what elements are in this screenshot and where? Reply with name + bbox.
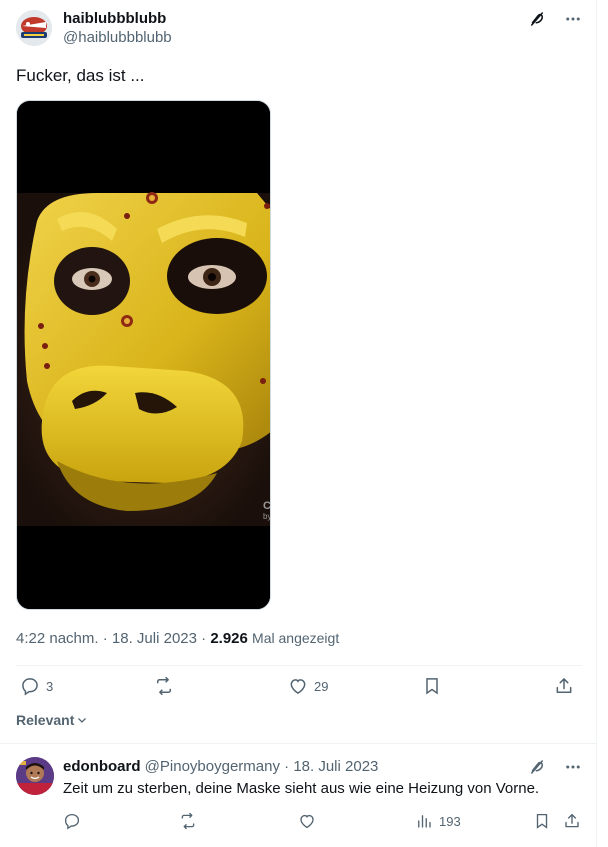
reply-count: 3 [46,678,54,694]
repost-icon [157,676,171,696]
chevron-down-icon [78,718,87,723]
author-names: haiblubbblubb @haiblubbblubb [63,10,172,48]
sort-label: Relevant [16,712,75,728]
reply-author-handle[interactable]: @Pinoyboygermany [145,758,280,775]
reply-actions: 193 [63,812,582,836]
views-label: Mal angezeigt [252,630,340,646]
duck-mask-image: C by [17,101,271,609]
reply-separator: · [284,758,290,775]
reply-reply-button[interactable] [63,812,81,830]
like-icon [300,814,314,829]
like-icon [290,679,306,694]
bookmark-icon [426,678,438,695]
divider-top [16,665,582,666]
divider-replies [0,743,597,744]
bookmark-icon [536,813,548,829]
reply-author-name[interactable]: edonboard [63,758,141,775]
reply-text: Zeit um zu sterben, deine Maske sieht au… [63,780,540,797]
reply-views-button[interactable]: 193 [415,812,461,830]
views-icon [418,815,431,828]
share-icon [565,813,579,828]
repost-icon [181,812,195,830]
grok-icon[interactable] [528,758,546,776]
reply-date[interactable]: 18. Juli 2023 [293,758,378,775]
meta-separator-2: · [201,630,207,647]
author-handle[interactable]: @haiblubbblubb [63,28,172,48]
sort-relevant-dropdown[interactable]: Relevant [16,712,88,728]
post-media-image[interactable]: C by [16,100,271,610]
bookmark-button[interactable] [422,676,442,696]
share-button[interactable] [554,676,574,696]
reply-bookmark-button[interactable] [533,812,551,830]
reply-button[interactable]: 3 [20,676,53,696]
views-count: 2.926 [210,630,248,647]
repost-button[interactable] [153,676,175,696]
timeline-column: haiblubbblubb @haiblubbblubb Fucker, das… [0,0,597,847]
post-date[interactable]: 18. Juli 2023 [112,630,197,647]
author-avatar[interactable] [16,10,52,46]
reply-header-actions [528,758,582,776]
reply-post[interactable]: edonboard @Pinoyboygermany · 18. Juli 20… [16,752,582,842]
reply-share-button[interactable] [563,812,581,830]
post-meta: 4:22 nachm. · 18. Juli 2023 · 2.926 Mal … [16,628,339,649]
post-text: Fucker, das ist ... [16,66,145,85]
like-count: 29 [314,678,329,694]
post-header: haiblubbblubb @haiblubbblubb [16,8,582,52]
meta-separator: · [102,630,108,647]
share-icon [556,678,572,693]
reply-icon [64,813,80,830]
reply-repost-button[interactable] [178,812,198,830]
header-actions [528,10,582,28]
reply-header: edonboard @Pinoyboygermany · 18. Juli 20… [63,758,378,776]
like-button[interactable]: 29 [288,676,328,696]
reply-avatar[interactable] [16,757,54,795]
post-time[interactable]: 4:22 nachm. [16,630,99,647]
more-icon[interactable] [564,10,582,28]
reply-icon [22,678,38,696]
reply-like-button[interactable] [298,812,316,830]
more-icon[interactable] [564,758,582,776]
grok-icon[interactable] [528,10,546,28]
author-display-name[interactable]: haiblubbblubb [63,10,172,28]
svg-text:C: C [263,500,271,512]
post-actions: 3 29 [16,676,582,706]
reply-views-count: 193 [439,813,461,829]
svg-text:by: by [263,512,271,521]
